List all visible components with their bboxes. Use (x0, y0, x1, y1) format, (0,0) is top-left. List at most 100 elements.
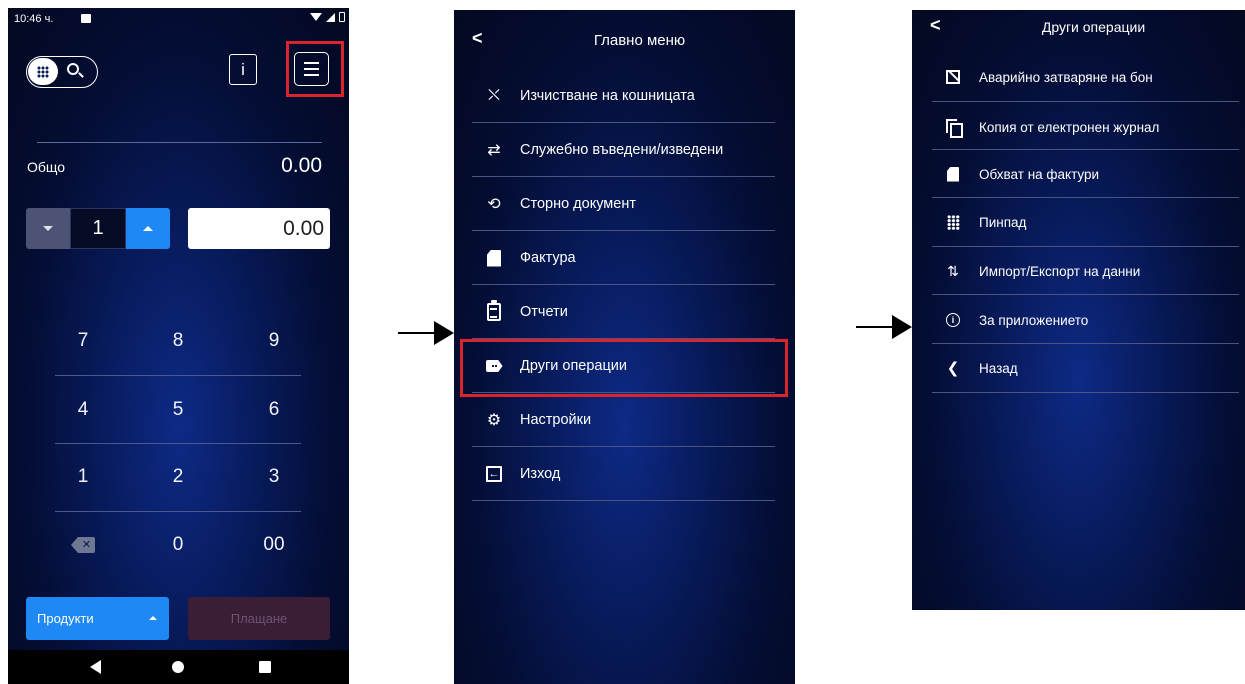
copy-icon (944, 118, 963, 138)
menu-item-reports[interactable]: Отчети (484, 297, 784, 327)
divider (472, 446, 775, 447)
flow-arrow-head (434, 321, 454, 345)
key-3[interactable]: 3 (234, 455, 314, 499)
menu-item-label: Копия от електронен журнал (979, 119, 1160, 135)
total-value: 0.00 (281, 154, 322, 177)
menu-item-label: Изход (520, 466, 561, 482)
pinpad-icon (944, 213, 962, 231)
divider (932, 246, 1239, 247)
divider (472, 230, 775, 231)
menu-item-clear-cart[interactable]: ⛌ Изчистване на кошницата (484, 81, 784, 111)
exit-icon: ← (484, 464, 504, 484)
battery-icon (339, 12, 345, 22)
pay-button[interactable]: Плащане (188, 597, 330, 640)
divider (932, 101, 1239, 102)
menu-item-invoice[interactable]: Фактура (484, 243, 784, 273)
products-button[interactable]: Продукти (26, 597, 169, 640)
clipboard-icon (484, 300, 504, 322)
refund-icon: ⟲ (487, 196, 501, 213)
chevron-down-icon (43, 226, 53, 231)
cart-clear-icon: ⛌ (488, 87, 500, 104)
menu-item-import-export[interactable]: ⇅ Импорт/Експорт на данни (944, 258, 1234, 284)
divider (37, 142, 322, 143)
divider (472, 284, 775, 285)
amount-input[interactable] (188, 208, 330, 249)
quantity-increase-button[interactable] (126, 208, 170, 249)
chevron-up-icon (143, 226, 153, 231)
wifi-icon (310, 13, 322, 21)
menu-item-label: За приложението (979, 312, 1089, 328)
gear-icon: ⚙ (486, 412, 502, 429)
chevron-up-icon (149, 616, 157, 620)
key-6[interactable]: 6 (234, 388, 314, 432)
divider (472, 500, 775, 501)
keypad-search-toggle[interactable] (26, 56, 98, 88)
key-9[interactable]: 9 (234, 319, 314, 363)
key-7[interactable]: 7 (43, 319, 123, 363)
divider (932, 392, 1239, 393)
menu-item-label: Отчети (520, 304, 568, 320)
key-2[interactable]: 2 (138, 455, 218, 499)
key-00[interactable]: 00 (234, 523, 314, 567)
total-label: Общо (27, 159, 66, 175)
menu-item-label: Обхват на фактури (979, 166, 1100, 182)
pos-main-screen: 10:46 ч. i Общо 0.00 1 7 8 9 4 5 6 1 2 3… (8, 8, 349, 684)
menu-item-back[interactable]: ❮ Назад (944, 355, 1234, 381)
nav-recents-icon[interactable] (259, 661, 271, 673)
search-icon (67, 63, 79, 75)
key-5[interactable]: 5 (138, 388, 218, 432)
backspace-key[interactable] (43, 523, 123, 567)
import-export-icon: ⇅ (947, 262, 959, 279)
signal-icon (326, 12, 335, 22)
flow-arrow-line (398, 332, 436, 334)
menu-item-label: Настройки (520, 412, 592, 428)
divider (472, 122, 775, 123)
hamburger-icon-line (304, 68, 319, 70)
menu-item-pinpad[interactable]: Пинпад (944, 209, 1234, 235)
key-8[interactable]: 8 (138, 319, 218, 363)
info-button[interactable]: i (229, 54, 257, 85)
page-title: Други операции (1041, 19, 1146, 35)
invoice-icon (944, 165, 962, 183)
quantity-value[interactable]: 1 (70, 208, 126, 249)
menu-item-label: Аварийно затваряне на бон (979, 69, 1153, 85)
android-nav-bar (8, 650, 349, 684)
divider (932, 197, 1239, 198)
status-bar: 10:46 ч. (8, 8, 349, 30)
status-time: 10:46 ч. (14, 13, 54, 25)
divider (932, 149, 1239, 150)
keypad-divider (55, 443, 301, 444)
menu-item-label: Служебно въведени/изведени (520, 142, 724, 158)
swap-arrows-icon: ⇄ (487, 142, 501, 159)
menu-item-label: Импорт/Експорт на данни (979, 263, 1141, 279)
key-0[interactable]: 0 (138, 523, 218, 567)
menu-item-settings[interactable]: ⚙ Настройки (484, 405, 784, 435)
key-1[interactable]: 1 (43, 455, 123, 499)
keypad-icon (28, 58, 58, 85)
products-button-label: Продукти (37, 611, 94, 626)
menu-item-emergency-close-receipt[interactable]: Аварийно затваряне на бон (944, 64, 1234, 90)
info-icon: i (944, 311, 962, 329)
other-operations-highlight-box (460, 339, 788, 397)
menu-item-service-in-out[interactable]: ⇄ Служебно въведени/изведени (484, 135, 784, 165)
nav-home-icon[interactable] (172, 661, 184, 673)
page-title: Главно меню (593, 32, 686, 49)
keypad-divider (55, 375, 301, 376)
divider (472, 176, 775, 177)
menu-item-invoice-range[interactable]: Обхват на фактури (944, 161, 1234, 187)
menu-item-about[interactable]: i За приложението (944, 307, 1234, 333)
menu-item-refund[interactable]: ⟲ Сторно документ (484, 189, 784, 219)
menu-item-exit[interactable]: ← Изход (484, 459, 784, 489)
flow-arrow-line (856, 326, 894, 328)
quantity-decrease-button[interactable] (26, 208, 70, 249)
hamburger-icon-line (304, 74, 319, 76)
menu-item-ejournal-copies[interactable]: Копия от електронен журнал (944, 114, 1234, 140)
notification-icon (81, 14, 91, 23)
key-4[interactable]: 4 (43, 388, 123, 432)
menu-item-label: Сторно документ (520, 196, 636, 212)
hamburger-icon-line (304, 62, 319, 64)
menu-item-label: Пинпад (979, 214, 1027, 230)
hamburger-menu-button[interactable] (294, 52, 329, 86)
receipt-cancel-icon (944, 68, 962, 86)
nav-back-icon[interactable] (90, 660, 101, 674)
